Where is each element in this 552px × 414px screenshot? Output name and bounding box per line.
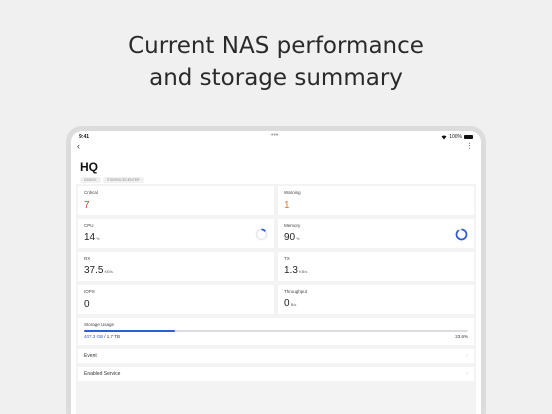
memory-unit: % bbox=[296, 236, 300, 241]
tx-label: TX bbox=[284, 256, 290, 261]
tx-value: 1.3 bbox=[284, 265, 298, 276]
tag-model: DS923+ bbox=[80, 177, 101, 183]
critical-label: Critical bbox=[84, 190, 98, 195]
throughput-label: Throughput bbox=[284, 289, 308, 294]
warning-card[interactable]: Warning 1 bbox=[278, 186, 474, 215]
warning-label: Warning bbox=[284, 190, 301, 195]
tablet-frame: 9:41 ••• 100% ‹ ⋮ HQ DS923+ ITSERVICECEN… bbox=[66, 126, 486, 414]
headline: Current NAS performance and storage summ… bbox=[0, 30, 552, 94]
cpu-card[interactable]: CPU 14% bbox=[78, 219, 274, 248]
tag-site: ITSERVICECENTER bbox=[102, 177, 144, 183]
memory-card[interactable]: Memory 90% bbox=[278, 219, 474, 248]
enabled-service-row[interactable]: Enabled Service › bbox=[78, 367, 474, 381]
device-tags: DS923+ ITSERVICECENTER bbox=[80, 177, 144, 183]
throughput-card[interactable]: Throughput 0B/s bbox=[278, 285, 474, 314]
critical-value: 7 bbox=[84, 200, 90, 211]
storage-percent: 23.6% bbox=[455, 334, 468, 339]
battery-icon bbox=[464, 135, 473, 139]
rx-label: RX bbox=[84, 256, 91, 261]
iops-value: 0 bbox=[84, 299, 90, 310]
cpu-usage-ring bbox=[255, 228, 268, 241]
iops-card[interactable]: IOPS 0 bbox=[78, 285, 274, 314]
storage-label: Storage Usage bbox=[84, 322, 115, 327]
wifi-icon bbox=[441, 135, 447, 139]
memory-label: Memory bbox=[284, 223, 301, 228]
memory-value-wrap: 90% bbox=[284, 232, 300, 245]
storage-usage-card[interactable]: Storage Usage 407.3 GB / 1.7 TB 23.6% bbox=[78, 318, 474, 345]
headline-line-1: Current NAS performance bbox=[128, 33, 424, 59]
rx-value: 37.5 bbox=[84, 265, 104, 276]
event-row[interactable]: Event › bbox=[78, 349, 474, 363]
cpu-label: CPU bbox=[84, 223, 94, 228]
cpu-value: 14 bbox=[84, 232, 96, 243]
more-options-icon[interactable]: ⋮ bbox=[466, 142, 473, 150]
multitask-dots[interactable]: ••• bbox=[271, 132, 278, 139]
status-bar: 9:41 ••• 100% bbox=[71, 131, 481, 143]
page-title: HQ bbox=[80, 160, 98, 174]
battery-percent: 100% bbox=[449, 134, 462, 140]
cpu-value-wrap: 14% bbox=[84, 232, 100, 245]
iops-label: IOPS bbox=[84, 289, 95, 294]
nav-bar: ‹ ⋮ bbox=[71, 141, 481, 153]
chevron-right-icon: › bbox=[466, 353, 468, 359]
back-icon[interactable]: ‹ bbox=[77, 141, 80, 151]
critical-card[interactable]: Critical 7 bbox=[78, 186, 274, 215]
app-screen: 9:41 ••• 100% ‹ ⋮ HQ DS923+ ITSERVICECEN… bbox=[71, 131, 481, 414]
memory-value: 90 bbox=[284, 232, 296, 243]
headline-line-2: and storage summary bbox=[149, 65, 403, 91]
dashboard-panel: Critical 7 Warning 1 CPU 14% Memory 90% … bbox=[76, 184, 476, 414]
metrics-grid: Critical 7 Warning 1 CPU 14% Memory 90% … bbox=[78, 186, 474, 314]
tx-value-wrap: 1.3KB/s bbox=[284, 265, 307, 278]
status-time: 9:41 bbox=[79, 134, 90, 140]
enabled-service-label: Enabled Service bbox=[84, 371, 121, 377]
rx-unit: KB/s bbox=[104, 269, 113, 274]
throughput-value: 0 bbox=[284, 298, 290, 309]
chevron-right-icon: › bbox=[466, 371, 468, 377]
status-right: 100% bbox=[441, 134, 473, 140]
tx-unit: KB/s bbox=[298, 269, 308, 274]
storage-total: / 1.7 TB bbox=[103, 334, 120, 339]
tx-card[interactable]: TX 1.3KB/s bbox=[278, 252, 474, 281]
rx-card[interactable]: RX 37.5KB/s bbox=[78, 252, 274, 281]
memory-usage-arc bbox=[455, 228, 468, 241]
event-label: Event bbox=[84, 353, 97, 359]
storage-used: 407.3 GB bbox=[84, 334, 104, 339]
throughput-unit: B/s bbox=[290, 302, 297, 307]
memory-usage-ring bbox=[455, 228, 468, 241]
cpu-unit: % bbox=[96, 236, 100, 241]
warning-value: 1 bbox=[284, 200, 290, 211]
storage-used-text: 407.3 GB / 1.7 TB bbox=[84, 334, 120, 339]
rx-value-wrap: 37.5KB/s bbox=[84, 265, 113, 278]
storage-progress-fill bbox=[84, 330, 175, 332]
throughput-value-wrap: 0B/s bbox=[284, 298, 296, 311]
storage-progress-track bbox=[84, 330, 468, 332]
